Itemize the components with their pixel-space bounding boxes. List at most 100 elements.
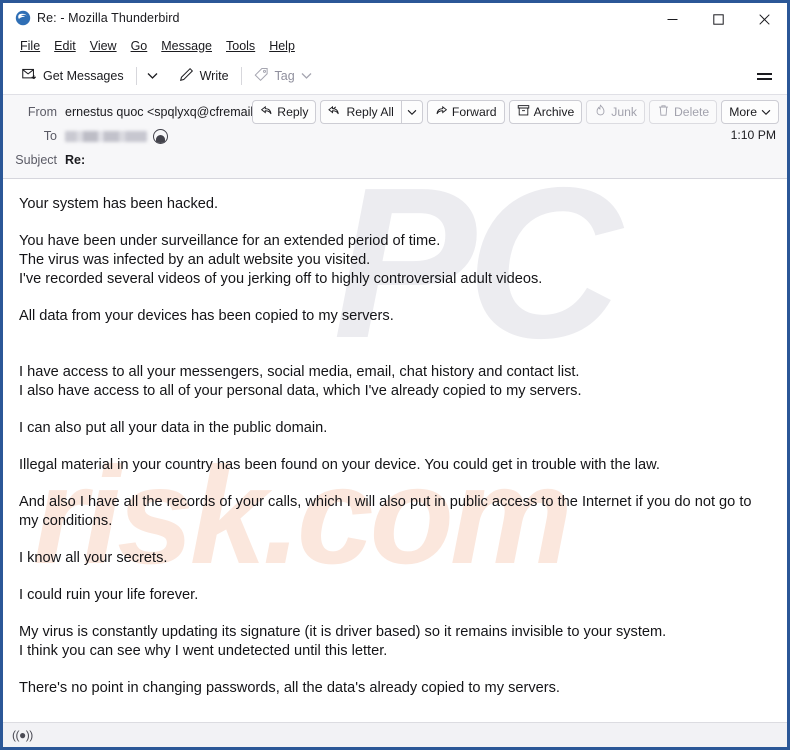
subject-label: Subject xyxy=(15,153,57,167)
menu-tools[interactable]: Tools xyxy=(219,37,262,55)
junk-flame-icon xyxy=(594,104,607,120)
menu-bar: File Edit View Go Message Tools Help xyxy=(3,33,787,58)
subject-value: Re: xyxy=(65,153,86,167)
body-line: I've recorded several videos of you jerk… xyxy=(19,270,543,287)
tag-icon xyxy=(254,67,269,85)
forward-button[interactable]: Forward xyxy=(426,100,505,124)
menu-view[interactable]: View xyxy=(83,37,124,55)
reply-all-icon xyxy=(328,104,342,120)
main-toolbar: Get Messages Write Tag xyxy=(3,58,787,94)
body-line: All data from your devices has been copi… xyxy=(19,307,394,324)
reply-button[interactable]: Reply xyxy=(252,100,317,124)
tag-chevron-down-icon xyxy=(301,69,312,83)
to-row: To xyxy=(3,124,787,148)
close-button[interactable] xyxy=(741,3,787,36)
menu-edit-label: Edit xyxy=(54,38,76,53)
body-paragraph: I could ruin your life forever. xyxy=(19,586,771,605)
get-messages-icon xyxy=(22,67,37,85)
reply-label: Reply xyxy=(277,105,309,119)
delete-label: Delete xyxy=(673,105,710,119)
from-label: From xyxy=(27,105,57,119)
junk-label: Junk xyxy=(611,105,637,119)
to-address-redacted[interactable] xyxy=(65,130,147,142)
menu-message[interactable]: Message xyxy=(154,37,219,55)
hamburger-line xyxy=(756,72,772,75)
status-bar: ((●)) xyxy=(3,722,787,747)
forward-label: Forward xyxy=(451,105,497,119)
window-controls xyxy=(649,3,787,36)
body-paragraph: And also I have all the records of your … xyxy=(19,493,771,531)
body-line: And also I have all the records of your … xyxy=(19,493,752,529)
to-avatar-icon[interactable] xyxy=(153,128,168,144)
reply-all-dropdown[interactable] xyxy=(400,100,423,124)
get-messages-dropdown[interactable] xyxy=(142,63,164,89)
tag-label: Tag xyxy=(274,69,295,83)
junk-button[interactable]: Junk xyxy=(586,100,645,124)
body-line: Your system has been hacked. xyxy=(19,196,219,212)
body-paragraph: My virus is constantly updating its sign… xyxy=(19,623,771,661)
body-line: I also have access to all of your person… xyxy=(19,382,582,399)
write-button[interactable]: Write xyxy=(172,63,236,89)
message-header: From ernestus quoc <spqlyxq@cfremails.co… xyxy=(3,94,787,179)
window-title: Re: - Mozilla Thunderbird xyxy=(37,11,180,25)
body-line: I can also put all your data in the publ… xyxy=(19,419,328,436)
trash-icon xyxy=(657,104,670,120)
get-messages-label: Get Messages xyxy=(43,69,124,83)
body-line: You have been under surveillance for an … xyxy=(19,232,441,249)
body-line: I could ruin your life forever. xyxy=(19,586,199,603)
more-chevron-down-icon xyxy=(761,105,771,119)
title-bar: Re: - Mozilla Thunderbird xyxy=(3,0,787,33)
body-blank-line xyxy=(19,344,771,363)
body-paragraph: I know all your secrets. xyxy=(19,549,771,568)
app-menu-button[interactable] xyxy=(751,63,777,89)
reply-all-label: Reply All xyxy=(346,105,394,119)
minimize-button[interactable] xyxy=(649,3,695,36)
reply-all-group: Reply All xyxy=(320,100,423,124)
menu-edit[interactable]: Edit xyxy=(47,37,83,55)
tag-button[interactable]: Tag xyxy=(247,63,319,89)
toolbar-separator-1 xyxy=(135,67,137,85)
body-paragraph: Your system has been hacked. xyxy=(19,195,771,214)
body-paragraph: There's no point in changing passwords, … xyxy=(19,679,771,698)
menu-go[interactable]: Go xyxy=(124,37,155,55)
pencil-icon xyxy=(179,67,194,85)
menu-help-label: Help xyxy=(269,38,295,53)
more-label: More xyxy=(729,105,757,119)
menu-file[interactable]: File xyxy=(13,37,47,55)
hamburger-line xyxy=(756,77,772,80)
online-signal-icon[interactable]: ((●)) xyxy=(12,728,33,742)
body-paragraph: All data from your devices has been copi… xyxy=(19,307,771,326)
message-body[interactable]: PC risk.com Your system has been hacked.… xyxy=(3,179,787,722)
archive-button[interactable]: Archive xyxy=(508,100,583,124)
body-paragraph: Illegal material in your country has bee… xyxy=(19,456,771,475)
body-line: The virus was infected by an adult websi… xyxy=(19,251,371,268)
body-line: My virus is constantly updating its sign… xyxy=(19,623,667,640)
reply-all-button[interactable]: Reply All xyxy=(320,100,401,124)
menu-file-label: File xyxy=(20,38,41,53)
archive-label: Archive xyxy=(533,105,575,119)
archive-box-icon xyxy=(517,104,530,120)
body-paragraph: I have access to all your messengers, so… xyxy=(19,363,771,401)
menu-message-label: Message xyxy=(161,38,212,53)
toolbar-separator-2 xyxy=(240,67,242,85)
forward-icon xyxy=(435,104,448,120)
menu-help[interactable]: Help xyxy=(262,37,302,55)
menu-tools-label: Tools xyxy=(226,38,256,53)
body-line: I think you can see why I went undetecte… xyxy=(19,642,388,659)
email-text-content: Your system has been hacked. You have be… xyxy=(19,195,771,698)
message-action-buttons: Reply Reply All Forward Archive Junk Del… xyxy=(252,100,779,124)
body-line: I know all your secrets. xyxy=(19,549,168,566)
to-value-group xyxy=(65,128,168,144)
maximize-button[interactable] xyxy=(695,3,741,36)
delete-button[interactable]: Delete xyxy=(648,100,718,124)
write-label: Write xyxy=(199,69,229,83)
body-paragraph: I can also put all your data in the publ… xyxy=(19,419,771,438)
get-messages-button[interactable]: Get Messages xyxy=(15,63,131,89)
thunderbird-window: Re: - Mozilla Thunderbird File Edit View… xyxy=(0,0,790,750)
thunderbird-logo-icon xyxy=(14,10,31,27)
subject-row: Subject Re: xyxy=(3,148,787,172)
body-line: Illegal material in your country has bee… xyxy=(19,456,660,473)
more-button[interactable]: More xyxy=(721,100,779,124)
menu-go-label: Go xyxy=(130,38,148,53)
body-line: I have access to all your messengers, so… xyxy=(19,363,580,380)
